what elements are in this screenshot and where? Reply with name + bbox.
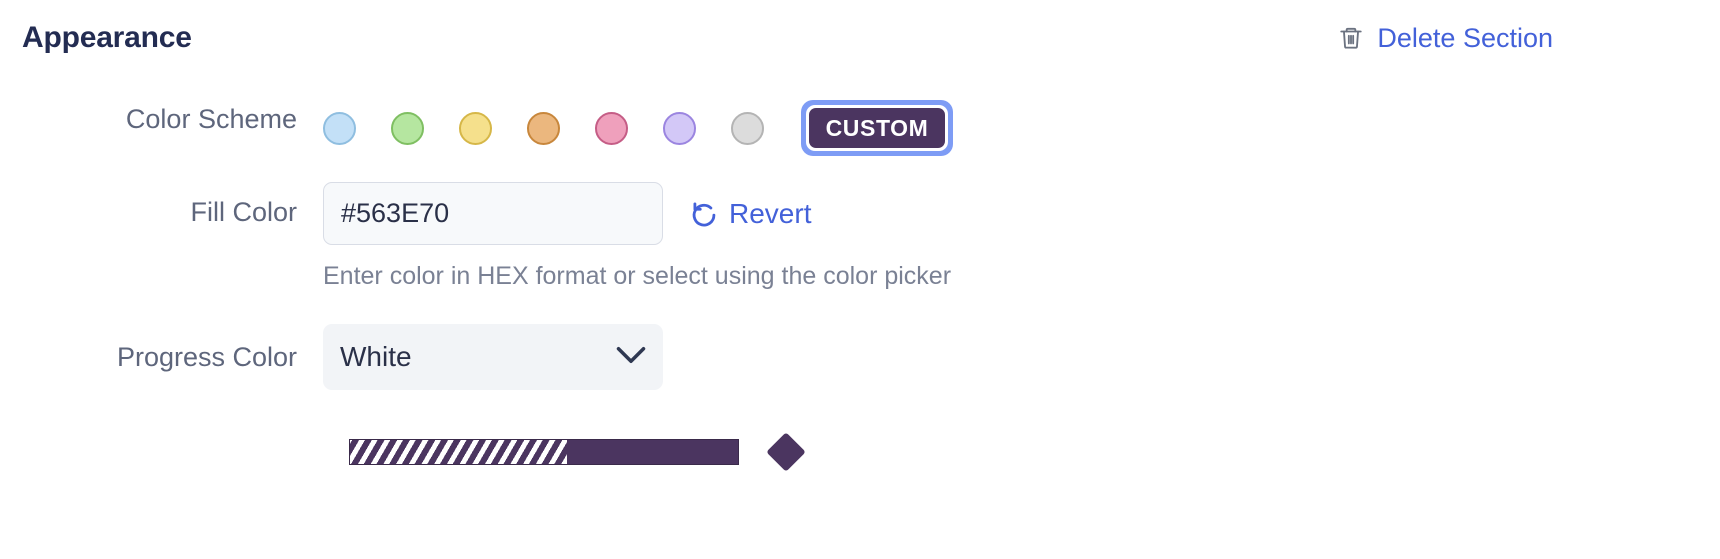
progress-color-value: White bbox=[340, 341, 412, 372]
section-header: Appearance Delete Section bbox=[0, 0, 1720, 72]
row-fill-color: Fill Color Revert Enter color in bbox=[0, 182, 1720, 289]
trash-icon bbox=[1338, 24, 1364, 52]
appearance-panel: Appearance Delete Section Color Scheme C… bbox=[0, 0, 1720, 559]
color-swatch-orange[interactable] bbox=[527, 111, 560, 145]
fill-color-control: Revert Enter color in HEX format or sele… bbox=[323, 182, 1720, 289]
fill-color-input[interactable] bbox=[323, 182, 663, 245]
color-scheme-label: Color Scheme bbox=[125, 104, 297, 134]
color-swatch-strip: CUSTOM bbox=[323, 96, 1720, 160]
diamond-marker-icon bbox=[766, 432, 806, 472]
fill-color-helper-text: Enter color in HEX format or select usin… bbox=[323, 262, 952, 290]
progress-bar-fill bbox=[350, 440, 568, 464]
color-swatch-green[interactable] bbox=[391, 111, 424, 145]
fill-color-label: Fill Color bbox=[190, 197, 297, 227]
color-swatch-blue[interactable] bbox=[323, 111, 356, 145]
progress-color-select[interactable]: White bbox=[323, 324, 663, 390]
fill-color-line: Revert bbox=[323, 182, 1720, 245]
custom-color-button[interactable]: CUSTOM bbox=[801, 100, 953, 156]
revert-button[interactable]: Revert bbox=[690, 197, 812, 229]
delete-section-button[interactable]: Delete Section bbox=[1338, 24, 1553, 52]
color-swatch-pink[interactable] bbox=[595, 111, 628, 145]
progress-preview-row bbox=[0, 432, 1720, 472]
row-progress-color: Progress Color White bbox=[0, 324, 1720, 390]
color-swatch-purple[interactable] bbox=[663, 111, 696, 145]
progress-color-control: White bbox=[323, 324, 1720, 390]
color-swatch-grey[interactable] bbox=[731, 111, 764, 145]
revert-label: Revert bbox=[729, 197, 812, 229]
progress-color-label: Progress Color bbox=[116, 342, 297, 372]
color-scheme-control: CUSTOM bbox=[323, 96, 1720, 160]
appearance-form: Color Scheme CUSTOM Fill Color #563E70 R… bbox=[0, 96, 1720, 472]
color-swatch-yellow[interactable] bbox=[459, 111, 492, 145]
page-title: Appearance bbox=[22, 21, 192, 54]
delete-section-label: Delete Section bbox=[1377, 22, 1553, 53]
progress-bar-preview bbox=[349, 439, 739, 465]
undo-icon bbox=[690, 200, 718, 228]
chevron-down-icon bbox=[616, 346, 646, 369]
row-color-scheme: Color Scheme CUSTOM bbox=[0, 96, 1720, 160]
custom-color-label: CUSTOM bbox=[809, 108, 945, 148]
custom-color-focus-ring: CUSTOM bbox=[806, 105, 948, 151]
